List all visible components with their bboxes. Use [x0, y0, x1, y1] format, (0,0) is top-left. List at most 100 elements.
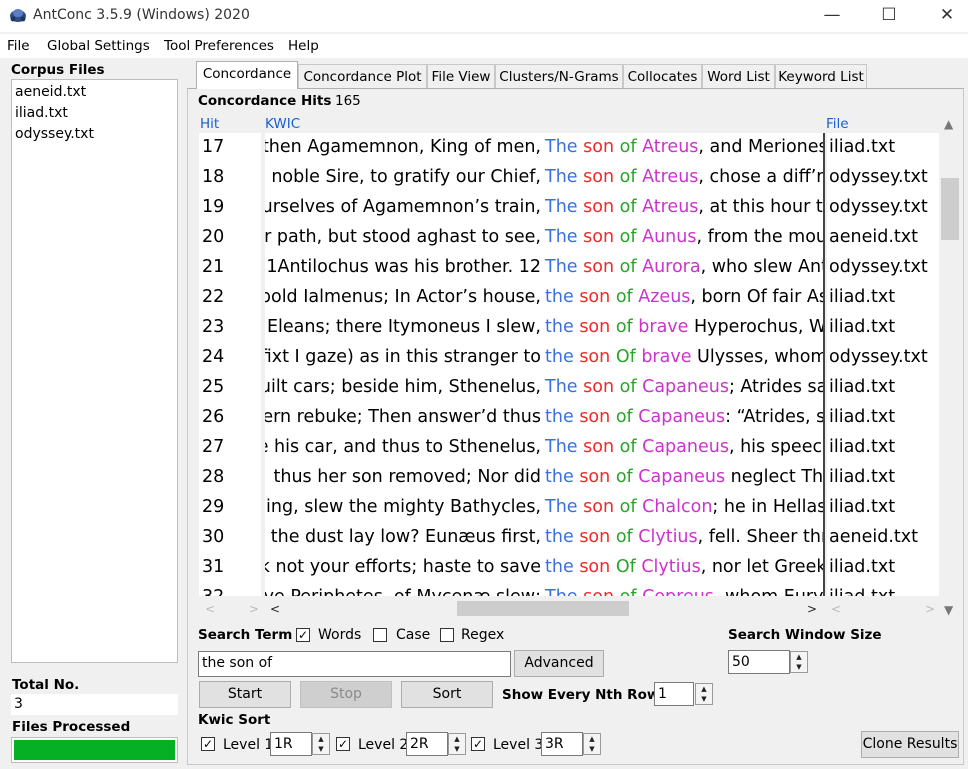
spin-up-icon[interactable]: ▲	[796, 653, 801, 661]
kwic-keyword-of: of	[619, 167, 637, 187]
tab-word-list[interactable]: Word List	[702, 64, 775, 88]
kwic-row[interactable]: hing, slew the mighty Bathycles, The son …	[265, 493, 823, 523]
level-3-checkbox[interactable]: ✓	[471, 737, 485, 751]
minimize-button[interactable]: —	[803, 0, 861, 32]
column-header-file[interactable]: File	[826, 116, 849, 132]
tab-file-view[interactable]: File View	[427, 64, 495, 88]
spin-down-icon[interactable]: ▼	[589, 745, 594, 753]
maximize-button[interactable]: ☐	[860, 0, 918, 32]
file-column[interactable]: iliad.txt odyssey.txt odyssey.txt aeneid…	[827, 133, 939, 596]
level-2-input[interactable]: 2R	[406, 732, 448, 756]
close-button[interactable]: ✕	[918, 0, 968, 32]
kwic-row[interactable]: 1Antilochus was his brother. 12 The son o…	[265, 253, 823, 283]
kwic-row[interactable]: n the dust lay low? Eunæus first, the son…	[265, 523, 823, 553]
spin-down-icon[interactable]: ▼	[318, 745, 323, 753]
spin-down-icon[interactable]: ▼	[701, 695, 706, 703]
kwic-scroll-left-icon[interactable]: <	[270, 602, 280, 616]
corpus-file-item[interactable]: iliad.txt	[15, 105, 68, 121]
spin-up-icon[interactable]: ▲	[589, 735, 594, 743]
kwic-row[interactable]: bold Ialmenus; In Actor’s house, the son …	[265, 283, 823, 313]
advanced-button[interactable]: Advanced	[514, 650, 604, 677]
clone-results-button[interactable]: Clone Results	[861, 731, 959, 758]
spin-down-icon[interactable]: ▼	[454, 745, 459, 753]
corpus-file-item[interactable]: odyssey.txt	[15, 126, 94, 142]
file-name: iliad.txt	[829, 287, 896, 307]
menu-global-settings[interactable]: Global Settings	[47, 38, 150, 54]
kwic-row[interactable]: urselves of Agamemnon’s train, The son of…	[265, 193, 823, 223]
kwic-row[interactable]: thus her son removed; Nor did the son of …	[265, 463, 823, 493]
kwic-keyword-article: The	[545, 497, 578, 517]
kwic-keyword-and-right-context: The son of Capaneus, his speech	[545, 433, 823, 461]
level-3-spinner[interactable]: ▲ ▼	[583, 733, 601, 755]
regex-checkbox[interactable]	[440, 628, 454, 642]
spin-down-icon[interactable]: ▼	[796, 663, 801, 671]
kwic-keyword-article: the	[545, 317, 574, 337]
hit-scroll-left-icon[interactable]: <	[205, 602, 215, 616]
tab-collocates[interactable]: Collocates	[623, 64, 702, 88]
search-term-input[interactable]: the son of	[198, 651, 511, 677]
kwic-horizontal-scroll-thumb[interactable]	[457, 601, 629, 616]
search-window-size-input[interactable]: 50	[728, 650, 790, 674]
sort-button[interactable]: Sort	[401, 681, 493, 708]
hit-number: 27	[202, 437, 225, 457]
scroll-up-arrow-icon[interactable]: ▲	[944, 117, 953, 131]
nth-row-input[interactable]: 1	[654, 682, 694, 706]
nth-row-spinner[interactable]: ▲ ▼	[695, 683, 713, 705]
tab-concordance-plot[interactable]: Concordance Plot	[298, 64, 427, 88]
kwic-sort-word: Atreus	[642, 197, 699, 217]
words-checkbox[interactable]: ✓	[296, 628, 310, 642]
kwic-row[interactable]: k not your efforts; haste to save the son…	[265, 553, 823, 583]
concordance-hits-label: Concordance Hits	[198, 93, 332, 109]
kwic-keyword-article: The	[545, 197, 578, 217]
column-header-hit[interactable]: Hit	[200, 116, 219, 132]
level-1-checkbox[interactable]: ✓	[201, 737, 215, 751]
kwic-row[interactable]: built cars; beside him, Sthenelus, The so…	[265, 373, 823, 403]
show-every-nth-row-label: Show Every Nth Row	[502, 687, 660, 703]
file-scroll-left-icon[interactable]: <	[831, 602, 841, 616]
kwic-row[interactable]: e his car, and thus to Sthenelus, The son…	[265, 433, 823, 463]
menu-help[interactable]: Help	[288, 38, 319, 54]
spin-up-icon[interactable]: ▲	[701, 685, 706, 693]
kwic-row[interactable]: ve Periphetes, of Mycenæ slew; The son of…	[265, 583, 823, 596]
column-header-kwic[interactable]: KWIC	[265, 116, 300, 132]
menu-tool-preferences[interactable]: Tool Preferences	[164, 38, 274, 54]
level-2-spinner[interactable]: ▲ ▼	[448, 733, 466, 755]
kwic-scroll-right-icon[interactable]: >	[807, 602, 817, 616]
tab-keyword-list[interactable]: Keyword List	[775, 64, 867, 88]
kwic-row[interactable]: er path, but stood aghast to see, The son…	[265, 223, 823, 253]
stop-button[interactable]: Stop	[300, 681, 392, 708]
kwic-keyword-article: the	[545, 287, 574, 307]
scroll-down-arrow-icon[interactable]: ▼	[944, 603, 953, 617]
level-2-checkbox[interactable]: ✓	[336, 737, 350, 751]
window-size-spinner[interactable]: ▲ ▼	[790, 651, 808, 673]
level-3-input[interactable]: 3R	[541, 732, 583, 756]
kwic-keyword-son: son	[583, 257, 615, 277]
vertical-scroll-thumb[interactable]	[941, 178, 959, 240]
case-checkbox[interactable]	[373, 628, 387, 642]
kwic-sort-word: Capaneus	[642, 437, 729, 457]
corpus-files-list[interactable]: aeneid.txt iliad.txt odyssey.txt	[11, 79, 178, 663]
hit-scroll-right-icon[interactable]: >	[249, 602, 259, 616]
kwic-row[interactable]: -fixt I gaze) as in this stranger to the …	[265, 343, 823, 373]
hit-number-column[interactable]: 17 18 19 20 21 22 23 24 25 26 27 28 29 3…	[199, 133, 261, 596]
file-name: odyssey.txt	[829, 197, 928, 217]
tab-concordance[interactable]: Concordance	[196, 61, 298, 89]
tab-clusters-ngrams[interactable]: Clusters/N-Grams	[495, 64, 623, 88]
kwic-row[interactable]: then Agamemnon, King of men, The son of A…	[265, 133, 823, 163]
file-name: iliad.txt	[829, 497, 896, 517]
start-button[interactable]: Start	[199, 681, 291, 708]
level-1-spinner[interactable]: ▲ ▼	[312, 733, 330, 755]
hit-number: 19	[202, 197, 225, 217]
menu-file[interactable]: File	[7, 38, 30, 54]
kwic-row[interactable]: ern rebuke; Then answer’d thus the son of…	[265, 403, 823, 433]
file-scroll-right-icon[interactable]: >	[925, 602, 935, 616]
kwic-column[interactable]: then Agamemnon, King of men, The son of A…	[265, 133, 825, 596]
corpus-file-item[interactable]: aeneid.txt	[15, 84, 86, 100]
level-1-input[interactable]: 1R	[270, 732, 312, 756]
kwic-row[interactable]: ’ Eleans; there Itymoneus I slew, the son…	[265, 313, 823, 343]
level-2-label: Level 2	[358, 737, 409, 753]
kwic-row[interactable]: noble Sire, to gratify our Chief, The son…	[265, 163, 823, 193]
spin-up-icon[interactable]: ▲	[454, 735, 459, 743]
kwic-left-context: built cars; beside him, Sthenelus,	[265, 377, 541, 397]
spin-up-icon[interactable]: ▲	[318, 735, 323, 743]
